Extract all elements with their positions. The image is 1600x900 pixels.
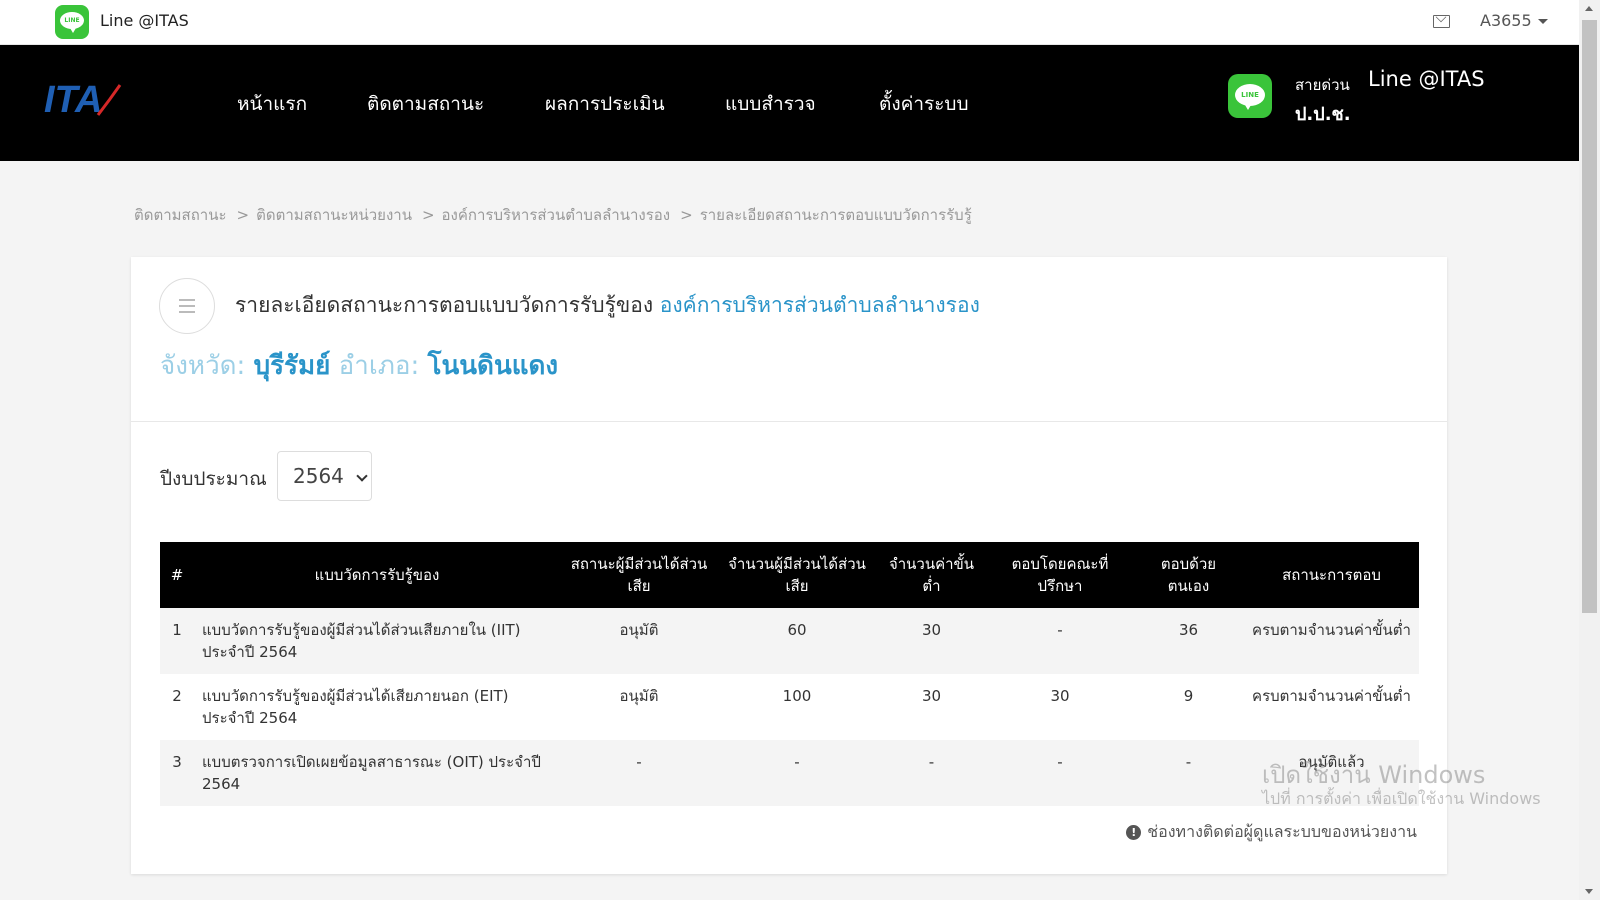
cell-survey: แบบตรวจการเปิดเผยข้อมูลสาธารณะ (OIT) ประ… xyxy=(194,740,560,806)
cell-survey: แบบวัดการรับรู้ของผู้มีส่วนได้ส่วนเสียภา… xyxy=(194,608,560,674)
status-detail-card: รายละเอียดสถานะการตอบแบบวัดการรับรู้ของ … xyxy=(131,257,1447,874)
cell-number: 1 xyxy=(160,608,194,674)
hotline-line: Line @ITAS xyxy=(1368,67,1485,91)
cell-number: 2 xyxy=(172,687,182,705)
hotline-label: สายด่วน xyxy=(1295,76,1350,94)
col-survey: แบบวัดการรับรู้ของ xyxy=(194,542,560,608)
cell-self-answer: - xyxy=(1133,740,1244,806)
scroll-up-icon[interactable] xyxy=(1585,6,1593,11)
breadcrumb-agency-status[interactable]: ติดตามสถานะหน่วยงาน xyxy=(256,206,412,224)
col-by-committee: ตอบโดยคณะที่ปรึกษา xyxy=(987,542,1133,608)
cell-stakeholder-count: 60 xyxy=(718,608,876,674)
cell-by-committee: - xyxy=(987,608,1133,674)
vertical-scrollbar[interactable] xyxy=(1579,0,1600,900)
page-title: รายละเอียดสถานะการตอบแบบวัดการรับรู้ของ … xyxy=(235,289,980,322)
district-value: โนนดินแดง xyxy=(427,351,559,381)
svg-text:ITA: ITA xyxy=(44,79,102,119)
breadcrumb-current: รายละเอียดสถานะการตอบแบบวัดการรับรู้ xyxy=(699,206,972,224)
card-divider xyxy=(131,421,1447,422)
line-hotline-icon[interactable]: LINE xyxy=(1228,74,1272,118)
exclamation-icon: ! xyxy=(1126,825,1142,840)
fiscal-year-select[interactable]: 2564 xyxy=(277,451,372,501)
breadcrumb-organization[interactable]: องค์การบริหารส่วนตำบลลำนางรอง xyxy=(442,206,671,224)
status-table: # แบบวัดการรับรู้ของ สถานะผู้มีส่วนได้ส่… xyxy=(160,542,1419,806)
main-navbar: ITA หน้าแรก ติดตามสถานะ ผลการประเมิน แบบ… xyxy=(0,45,1579,161)
hotline-org: ป.ป.ช. xyxy=(1295,104,1351,125)
cell-by-committee: 30 xyxy=(1050,687,1070,705)
cell-minimum: 30 xyxy=(876,608,987,674)
line-logo-text: LINE xyxy=(60,12,84,33)
cell-stakeholder-status: อนุมัติ xyxy=(619,687,659,705)
cell-survey: แบบวัดการรับรู้ของผู้มีส่วนได้เสียภายนอก… xyxy=(202,687,509,727)
cell-stakeholder-count: 100 xyxy=(782,687,812,705)
app-title[interactable]: Line @ITAS xyxy=(100,11,189,30)
nav-settings[interactable]: ตั้งค่าระบบ xyxy=(879,89,969,119)
cell-minimum: 30 xyxy=(921,687,942,705)
caret-down-icon xyxy=(1537,19,1548,24)
col-stakeholder-status: สถานะผู้มีส่วนได้ส่วนเสีย xyxy=(560,542,718,608)
cell-by-committee: - xyxy=(987,740,1133,806)
contact-admin-link[interactable]: ! ช่องทางติดต่อผู้ดูแลระบบของหน่วยงาน xyxy=(1126,820,1417,845)
district-label: อำเภอ: xyxy=(338,351,420,381)
col-self-answer: ตอบด้วยตนเอง xyxy=(1133,542,1244,608)
cell-minimum: - xyxy=(876,740,987,806)
cell-stakeholder-count: - xyxy=(718,740,876,806)
cell-self-answer: 36 xyxy=(1133,608,1244,674)
cell-self-answer: 9 xyxy=(1183,687,1194,705)
line-hotline-text: LINE xyxy=(1235,84,1265,110)
scroll-thumb[interactable] xyxy=(1582,20,1597,613)
user-name: A3655 xyxy=(1480,11,1532,30)
province-label: จังหวัด: xyxy=(160,351,246,381)
breadcrumb-status[interactable]: ติดตามสถานะ xyxy=(134,206,227,224)
table-row: 2 แบบวัดการรับรู้ของผู้มีส่วนได้เสียภายน… xyxy=(160,674,1419,740)
table-header-row: # แบบวัดการรับรู้ของ สถานะผู้มีส่วนได้ส่… xyxy=(160,542,1419,608)
line-logo-icon[interactable]: LINE xyxy=(55,5,89,39)
nav-home[interactable]: หน้าแรก xyxy=(237,89,307,119)
table-row: 3 แบบตรวจการเปิดเผยข้อมูลสาธารณะ (OIT) ป… xyxy=(160,740,1419,806)
cell-stakeholder-status: - xyxy=(560,740,718,806)
organization-name: องค์การบริหารส่วนตำบลลำนางรอง xyxy=(659,293,980,317)
nav-survey[interactable]: แบบสำรวจ xyxy=(725,89,816,119)
fiscal-year-value: 2564 xyxy=(293,464,344,488)
province-value: บุรีรัมย์ xyxy=(253,351,331,381)
fiscal-year-label: ปีงบประมาณ xyxy=(160,468,267,490)
location-info: จังหวัด: บุรีรัมย์ อำเภอ: โนนดินแดง xyxy=(160,345,558,386)
col-answer-status: สถานะการตอบ xyxy=(1244,542,1419,608)
contact-admin-text: ช่องทางติดต่อผู้ดูแลระบบของหน่วยงาน xyxy=(1147,822,1417,841)
title-prefix: รายละเอียดสถานะการตอบแบบวัดการรับรู้ของ xyxy=(235,293,654,317)
col-number: # xyxy=(160,542,194,608)
cell-answer-status: ครบตามจำนวนค่าขั้นต่ำ xyxy=(1252,687,1411,705)
scroll-down-icon[interactable] xyxy=(1585,889,1593,894)
top-bar: LINE Line @ITAS A3655 xyxy=(0,0,1579,45)
col-stakeholder-count: จำนวนผู้มีส่วนได้ส่วนเสีย xyxy=(718,542,876,608)
breadcrumb: ติดตามสถานะ > ติดตามสถานะหน่วยงาน > องค์การบ… xyxy=(134,206,972,224)
col-minimum: จำนวนค่าขั้นต่ำ xyxy=(876,542,987,608)
table-row: 1 แบบวัดการรับรู้ของผู้มีส่วนได้ส่วนเสีย… xyxy=(160,608,1419,674)
windows-watermark-subtitle: ไปที่ การตั้งค่า เพื่อเปิดใช้งาน Windows xyxy=(1262,789,1541,808)
cell-number: 3 xyxy=(160,740,194,806)
nav-results[interactable]: ผลการประเมิน xyxy=(545,89,665,119)
list-icon xyxy=(159,278,215,334)
mail-icon[interactable] xyxy=(1433,15,1450,28)
nav-status[interactable]: ติดตามสถานะ xyxy=(367,89,484,119)
cell-stakeholder-status: อนุมัติ xyxy=(560,608,718,674)
cell-answer-status: ครบตามจำนวนค่าขั้นต่ำ xyxy=(1244,608,1419,674)
chevron-down-icon xyxy=(356,470,368,482)
user-menu[interactable]: A3655 xyxy=(1480,11,1548,30)
ita-logo[interactable]: ITA xyxy=(44,79,124,119)
